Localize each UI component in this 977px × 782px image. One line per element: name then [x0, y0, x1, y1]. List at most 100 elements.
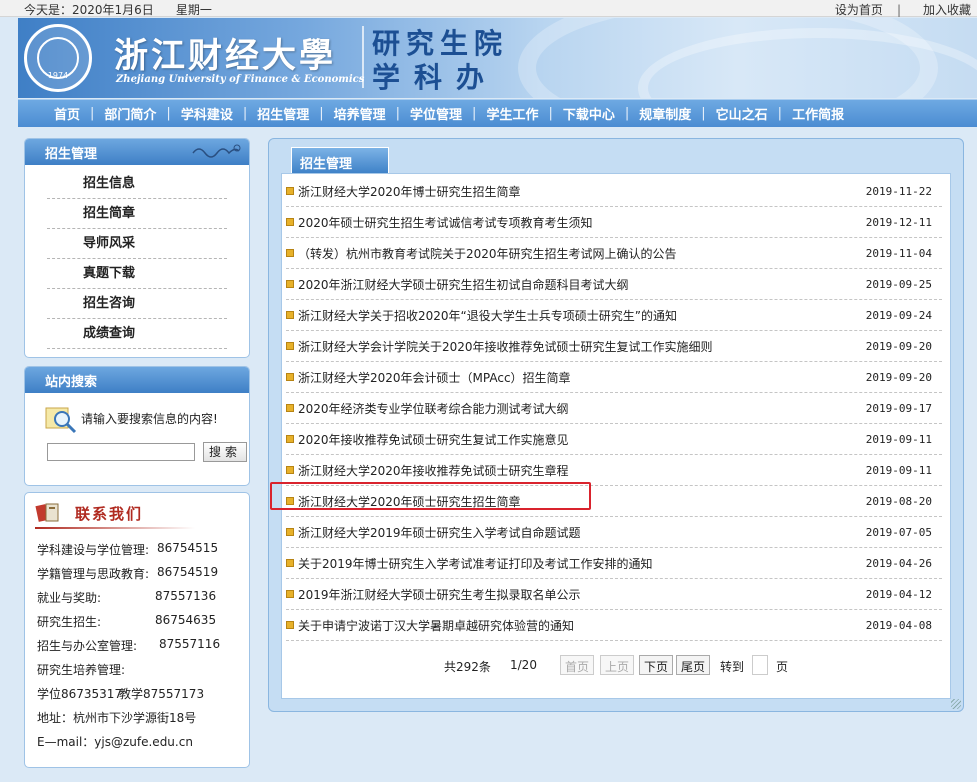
- nav-item-discipline[interactable]: 学科建设: [181, 104, 233, 123]
- search-prompt: 请输入要搜索信息的内容!: [81, 412, 218, 426]
- news-date: 2019-09-20: [865, 340, 932, 353]
- news-title-link[interactable]: 关于2019年博士研究生入学考试准考证打印及考试工作安排的通知: [298, 555, 653, 572]
- news-date: 2019-09-17: [865, 402, 932, 415]
- news-item[interactable]: 浙江财经大学2019年硕士研究生入学考试自命题试题 2019-07-05: [286, 517, 942, 548]
- pager-goto-input[interactable]: [752, 655, 768, 675]
- top-links: 设为首页 | 加入收藏: [827, 1, 971, 18]
- news-title-link[interactable]: 2020年硕士研究生招生考试诚信考试专项教育考生须知: [298, 214, 593, 231]
- news-item[interactable]: （转发）杭州市教育考试院关于2020年研究生招生考试网上确认的公告 2019-11…: [286, 238, 942, 269]
- university-seal-icon: 1974: [24, 24, 92, 92]
- news-date: 2019-04-26: [865, 557, 932, 570]
- sidebar-item-brochure[interactable]: 招生简章: [47, 199, 227, 229]
- news-title-link[interactable]: 2020年经济类专业学位联考综合能力测试考试大纲: [298, 400, 569, 417]
- bullet-icon: [286, 435, 294, 443]
- pager-prev-button[interactable]: 上页: [600, 655, 635, 675]
- news-item[interactable]: 2020年硕士研究生招生考试诚信考试专项教育考生须知 2019-12-11: [286, 207, 942, 238]
- nav-item-home[interactable]: 首页: [54, 104, 80, 123]
- news-title-link[interactable]: 关于申请宁波诺丁汉大学暑期卓越研究体验营的通知: [298, 617, 574, 634]
- bullet-icon: [286, 590, 294, 598]
- contact-label: 学科建设与学位管理:: [37, 543, 150, 557]
- nav-separator: |: [548, 106, 553, 121]
- site-banner: 1974 浙江财经大學 Zhejiang University of Finan…: [18, 18, 977, 98]
- nav-separator: |: [166, 106, 171, 121]
- nav-item-admissions[interactable]: 招生管理: [257, 104, 309, 123]
- bullet-icon: [286, 528, 294, 536]
- news-item[interactable]: 2019年浙江财经大学硕士研究生考生拟录取名单公示 2019-04-12: [286, 579, 942, 610]
- nav-item-degree[interactable]: 学位管理: [410, 104, 462, 123]
- pager-page-unit: 页: [776, 660, 789, 674]
- sidebar-item-info[interactable]: 招生信息: [47, 169, 227, 199]
- news-date: 2019-09-20: [865, 371, 932, 384]
- news-title-link[interactable]: 浙江财经大学会计学院关于2020年接收推荐免试硕士研究生复试工作实施细则: [298, 338, 713, 355]
- news-date: 2019-09-25: [865, 278, 932, 291]
- news-item[interactable]: 关于申请宁波诺丁汉大学暑期卓越研究体验营的通知 2019-04-08: [286, 610, 942, 641]
- pager-next-button[interactable]: 下页: [639, 655, 674, 675]
- news-item[interactable]: 浙江财经大学2020年会计硕士（MPAcc）招生简章 2019-09-20: [286, 362, 942, 393]
- contact-label: 地址：杭州市下沙学源街18号: [37, 711, 197, 725]
- search-input[interactable]: [47, 443, 195, 461]
- news-title-link[interactable]: 2019年浙江财经大学硕士研究生考生拟录取名单公示: [298, 586, 581, 603]
- nav-item-download[interactable]: 下载中心: [563, 104, 615, 123]
- news-item[interactable]: 关于2019年博士研究生入学考试准考证打印及考试工作安排的通知 2019-04-2…: [286, 548, 942, 579]
- university-name-cn: 浙江财经大學: [114, 36, 336, 76]
- contact-row: 招生与办公室管理: 87557116: [37, 637, 237, 654]
- sidebar-item-exam-download[interactable]: 真题下载: [47, 259, 227, 289]
- news-date: 2019-09-24: [865, 309, 932, 322]
- pager-total: 共292条: [444, 660, 491, 674]
- news-title-link[interactable]: 浙江财经大学关于招收2020年“退役大学生士兵专项硕士研究生”的通知: [298, 307, 677, 324]
- nav-item-rules[interactable]: 规章制度: [639, 104, 691, 123]
- nav-item-other[interactable]: 它山之石: [716, 104, 768, 123]
- news-title-link[interactable]: 浙江财经大学2020年接收推荐免试硕士研究生章程: [298, 462, 569, 479]
- news-item[interactable]: 2020年经济类专业学位联考综合能力测试考试大纲 2019-09-17: [286, 393, 942, 424]
- contact-row: 研究生培养管理:: [37, 661, 237, 678]
- news-item[interactable]: 浙江财经大学会计学院关于2020年接收推荐免试硕士研究生复试工作实施细则 2019…: [286, 331, 942, 362]
- main-nav: 首页 | 部门简介 | 学科建设 | 招生管理 | 培养管理 | 学位管理 | 学生工作 | 下载中心 | 规章…: [18, 99, 977, 127]
- news-item[interactable]: 浙江财经大学关于招收2020年“退役大学生士兵专项硕士研究生”的通知 2019-0…: [286, 300, 942, 331]
- nav-separator: |: [472, 106, 477, 121]
- news-date: 2019-04-12: [865, 588, 932, 601]
- top-strip: 今天是：2020年1月6日 星期一 设为首页 | 加入收藏: [0, 0, 977, 17]
- contact-value: 87557116: [159, 637, 221, 651]
- nav-item-report[interactable]: 工作简报: [792, 104, 844, 123]
- bullet-icon: [286, 373, 294, 381]
- pager-first-button[interactable]: 首页: [560, 655, 595, 675]
- news-date: 2019-11-22: [865, 185, 932, 198]
- contact-value: 87557136: [155, 589, 217, 603]
- nav-separator: |: [777, 106, 783, 121]
- contact-row: 研究生招生: 86754635: [37, 613, 237, 630]
- ornament-icon: [191, 143, 241, 163]
- contact-label: 研究生招生:: [37, 615, 102, 629]
- news-title-link[interactable]: 2020年接收推荐免试硕士研究生复试工作实施意见: [298, 431, 569, 448]
- news-title-link[interactable]: （转发）杭州市教育考试院关于2020年研究生招生考试网上确认的公告: [298, 245, 677, 262]
- seal-year: 1974: [47, 71, 69, 80]
- resize-grip-icon: [951, 699, 961, 709]
- news-item[interactable]: 2020年浙江财经大学硕士研究生招生初试自命题科目考试大纲 2019-09-25: [286, 269, 942, 300]
- news-title-link[interactable]: 浙江财经大学2019年硕士研究生入学考试自命题试题: [298, 524, 581, 541]
- news-title-link[interactable]: 2020年浙江财经大学硕士研究生招生初试自命题科目考试大纲: [298, 276, 629, 293]
- search-button[interactable]: 搜索: [203, 442, 247, 462]
- sidebar-item-tutors[interactable]: 导师风采: [47, 229, 227, 259]
- contact-row: E—mail：yjs@zufe.edu.cn: [37, 733, 237, 750]
- site-search-title: 站内搜索: [45, 375, 98, 390]
- date-text: 今天是：2020年1月6日: [24, 3, 154, 17]
- news-date: 2019-08-20: [865, 495, 932, 508]
- news-title-link[interactable]: 浙江财经大学2020年博士研究生招生简章: [298, 183, 521, 200]
- nav-item-student[interactable]: 学生工作: [486, 104, 538, 123]
- news-item[interactable]: 浙江财经大学2020年博士研究生招生简章 2019-11-22: [286, 176, 942, 207]
- tab-admissions[interactable]: 招生管理: [291, 147, 389, 173]
- nav-item-training[interactable]: 培养管理: [334, 104, 386, 123]
- sidebar-item-score-query[interactable]: 成绩查询: [47, 319, 227, 349]
- bullet-icon: [286, 404, 294, 412]
- department-name-line2: 学科办: [372, 61, 499, 94]
- contact-value: 86754519: [157, 565, 219, 579]
- add-favorite-link[interactable]: 加入收藏: [923, 3, 971, 17]
- contact-label: 招生与办公室管理:: [37, 639, 138, 653]
- set-home-link[interactable]: 设为首页: [835, 3, 883, 17]
- news-item[interactable]: 2020年接收推荐免试硕士研究生复试工作实施意见 2019-09-11: [286, 424, 942, 455]
- sidebar-item-consult[interactable]: 招生咨询: [47, 289, 227, 319]
- admissions-menu: 招生管理 招生信息 招生简章 导师风采 真题下载 招生咨询 成绩查询: [24, 138, 250, 358]
- nav-item-about[interactable]: 部门简介: [104, 104, 156, 123]
- news-date: 2019-09-11: [865, 464, 932, 477]
- pager-last-button[interactable]: 尾页: [676, 655, 711, 675]
- news-title-link[interactable]: 浙江财经大学2020年会计硕士（MPAcc）招生简章: [298, 369, 571, 386]
